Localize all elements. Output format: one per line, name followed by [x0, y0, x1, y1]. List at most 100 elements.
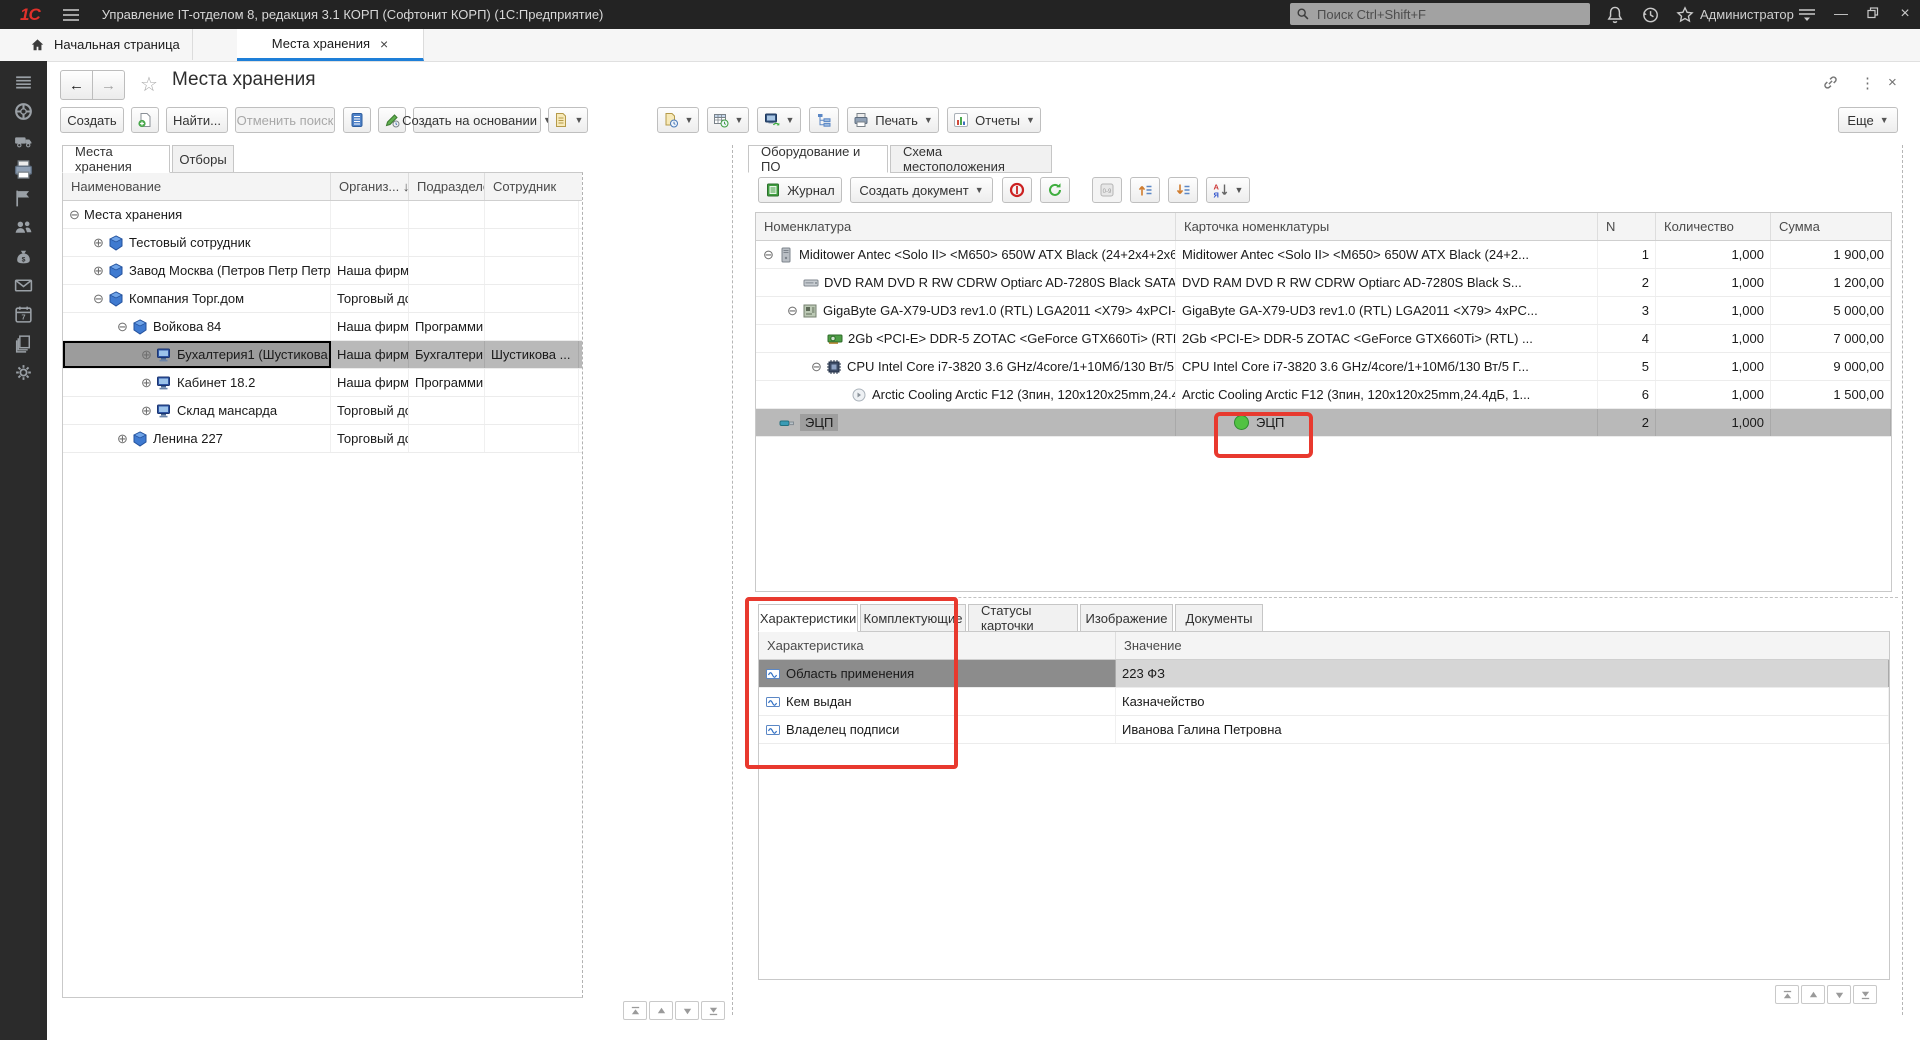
characteristic-name-cell[interactable]: Область применения: [759, 660, 1116, 687]
tab-location-scheme[interactable]: Схема местоположения: [890, 145, 1052, 173]
storage-emp-cell[interactable]: [485, 201, 579, 228]
expand-icon[interactable]: ⊕: [141, 403, 156, 419]
storage-emp-cell[interactable]: Шустикова ...: [485, 341, 579, 368]
equipment-name-cell[interactable]: ⊖CPU Intel Core i7-3820 3.6 GHz/4core/1+…: [756, 353, 1176, 380]
equipment-qty-cell[interactable]: 1,000: [1656, 297, 1771, 324]
equipment-qty-cell[interactable]: 1,000: [1656, 381, 1771, 408]
storage-dept-cell[interactable]: Программи...: [409, 313, 485, 340]
sidebar-tasks-icon[interactable]: [12, 187, 36, 209]
search-input[interactable]: [1315, 6, 1584, 23]
storage-tree-row[interactable]: ⊕Завод Москва (Петров Петр Петрович)Наша…: [63, 257, 582, 285]
equipment-qty-cell[interactable]: 1,000: [1656, 409, 1771, 436]
storage-dept-cell[interactable]: [409, 229, 485, 256]
storage-org-cell[interactable]: Торговый дом: [331, 425, 409, 452]
equipment-name-cell[interactable]: ЭЦП: [756, 409, 1176, 436]
tab-image[interactable]: Изображение: [1080, 604, 1173, 632]
tab-equipment[interactable]: Оборудование и ПО: [748, 145, 888, 173]
equipment-row[interactable]: DVD RAM DVD R RW CDRW Optiarc AD-7280S B…: [756, 269, 1891, 297]
storage-emp-cell[interactable]: [485, 369, 579, 396]
favorites-star-icon[interactable]: [1675, 5, 1695, 24]
storage-emp-cell[interactable]: [485, 257, 579, 284]
tab-close-icon[interactable]: ×: [380, 36, 388, 52]
storage-dept-cell[interactable]: [409, 425, 485, 452]
structure-button[interactable]: [809, 107, 839, 133]
create-based-on-button[interactable]: Создать на основании▼: [413, 107, 541, 133]
equipment-row[interactable]: ЭЦПЭЦП21,000: [756, 409, 1891, 437]
view-mode-button[interactable]: [343, 107, 371, 133]
collapse-icon[interactable]: ⊖: [763, 247, 778, 263]
collapse-icon[interactable]: ⊖: [93, 291, 108, 307]
document-actions-button[interactable]: ▼: [548, 107, 588, 133]
equipment-name-cell[interactable]: ⊖Miditower Antec <Solo II> <M650> 650W A…: [756, 241, 1176, 268]
events-button[interactable]: ▼: [657, 107, 699, 133]
storage-tree-row[interactable]: ⊕Кабинет 18.2Наша фирмаПрограмми...: [63, 369, 582, 397]
tab-components[interactable]: Комплектующие: [860, 604, 966, 632]
storage-dept-cell[interactable]: [409, 285, 485, 312]
storage-tree-row[interactable]: ⊖Места хранения: [63, 201, 582, 229]
equipment-card-cell[interactable]: Arctic Cooling Arctic F12 (3пин, 120x120…: [1176, 381, 1598, 408]
collapse-icon[interactable]: ⊖: [787, 303, 802, 319]
characteristic-name-cell[interactable]: Владелец подписи: [759, 716, 1116, 743]
collapse-icon[interactable]: ⊖: [117, 319, 132, 335]
expand-icon[interactable]: ⊕: [141, 375, 156, 391]
sidebar-print-icon[interactable]: [12, 158, 36, 180]
equipment-sum-cell[interactable]: 1 200,00: [1771, 269, 1891, 296]
column-header-value[interactable]: Значение: [1116, 632, 1889, 659]
equipment-card-cell[interactable]: CPU Intel Core i7-3820 3.6 GHz/4core/1+1…: [1176, 353, 1598, 380]
storage-emp-cell[interactable]: [485, 313, 579, 340]
go-previous-button[interactable]: [649, 1001, 673, 1020]
equipment-sum-cell[interactable]: 7 000,00: [1771, 325, 1891, 352]
form-close-icon[interactable]: ×: [1888, 74, 1897, 91]
equipment-row[interactable]: ⊖ CPU Intel Core i7-3820 3.6 GHz/4core/1+…: [756, 353, 1891, 381]
storage-dept-cell[interactable]: Программи...: [409, 369, 485, 396]
schedule-button[interactable]: ▼: [707, 107, 749, 133]
storage-tree-row[interactable]: ⊕Склад мансардаТорговый дом: [63, 397, 582, 425]
window-close-button[interactable]: ×: [1894, 5, 1916, 23]
nav-tab-current[interactable]: Места хранения ×: [237, 29, 424, 61]
characteristic-row[interactable]: Область применения223 ФЗ: [759, 660, 1889, 688]
go-last-button[interactable]: [1853, 985, 1877, 1004]
sidebar-menu-icon[interactable]: [12, 71, 36, 93]
equipment-n-cell[interactable]: 5: [1598, 353, 1656, 380]
equipment-name-cell[interactable]: Arctic Cooling Arctic F12 (3пин, 120x120…: [756, 381, 1176, 408]
column-header-sum[interactable]: Сумма: [1771, 213, 1891, 240]
expand-icon[interactable]: ⊕: [93, 263, 108, 279]
panel-splitter[interactable]: [732, 145, 733, 1015]
storage-org-cell[interactable]: [331, 201, 409, 228]
find-button[interactable]: Найти...: [166, 107, 228, 133]
equipment-n-cell[interactable]: 3: [1598, 297, 1656, 324]
tab-card-statuses[interactable]: Статусы карточки: [968, 604, 1078, 632]
reports-button[interactable]: Отчеты▼: [947, 107, 1041, 133]
sidebar-calendar-icon[interactable]: 7: [12, 303, 36, 325]
notifications-bell-icon[interactable]: [1605, 5, 1625, 24]
equipment-n-cell[interactable]: 1: [1598, 241, 1656, 268]
equipment-sum-cell[interactable]: 9 000,00: [1771, 353, 1891, 380]
equipment-row[interactable]: 2Gb <PCI-E> DDR-5 ZOTAC <GeForce GTX660T…: [756, 325, 1891, 353]
equipment-n-cell[interactable]: 2: [1598, 409, 1656, 436]
storage-name-cell[interactable]: ⊕Кабинет 18.2: [63, 369, 331, 396]
characteristic-row[interactable]: Кем выданКазначейство: [759, 688, 1889, 716]
storage-dept-cell[interactable]: [409, 257, 485, 284]
sidebar-settings-icon[interactable]: [12, 361, 36, 383]
sidebar-mail-icon[interactable]: [12, 274, 36, 296]
column-header-emp[interactable]: Сотрудник: [485, 173, 579, 200]
column-header-org[interactable]: Организ... ↓: [331, 173, 409, 200]
tab-characteristics[interactable]: Характеристики: [758, 604, 858, 632]
collapse-icon[interactable]: ⊖: [811, 359, 826, 375]
equipment-row[interactable]: ⊖ GigaByte GA-X79-UD3 rev1.0 (RTL) LGA201…: [756, 297, 1891, 325]
stop-button[interactable]: [1002, 177, 1032, 203]
storage-org-cell[interactable]: [331, 229, 409, 256]
cancel-search-button[interactable]: Отменить поиск: [235, 107, 335, 133]
storage-org-cell[interactable]: Торговый дом: [331, 397, 409, 424]
equipment-row[interactable]: Arctic Cooling Arctic F12 (3пин, 120x120…: [756, 381, 1891, 409]
equipment-sum-cell[interactable]: 5 000,00: [1771, 297, 1891, 324]
column-header-characteristic[interactable]: Характеристика: [759, 632, 1116, 659]
storage-name-cell[interactable]: ⊖Места хранения: [63, 201, 331, 228]
equipment-card-cell[interactable]: GigaByte GA-X79-UD3 rev1.0 (RTL) LGA2011…: [1176, 297, 1598, 324]
characteristic-value-cell[interactable]: Казначейство: [1116, 688, 1889, 715]
go-previous-button[interactable]: [1801, 985, 1825, 1004]
current-user[interactable]: Администратор: [1700, 7, 1794, 22]
equipment-n-cell[interactable]: 2: [1598, 269, 1656, 296]
create-button[interactable]: Создать: [60, 107, 124, 133]
storage-emp-cell[interactable]: [485, 397, 579, 424]
